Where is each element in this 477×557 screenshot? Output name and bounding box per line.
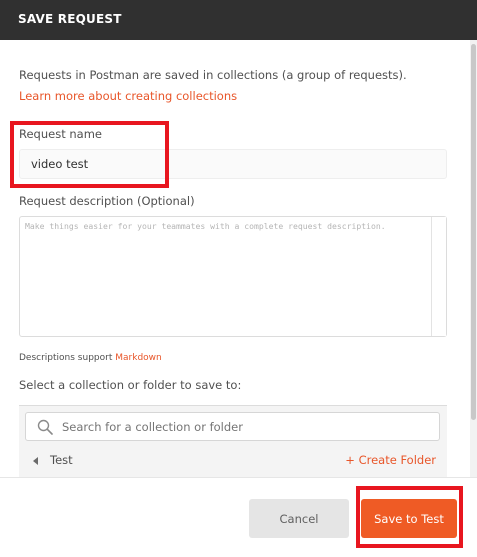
description-scrollbar[interactable]: [431, 217, 446, 336]
request-description-label: Request description (Optional): [19, 194, 195, 208]
collection-name[interactable]: Test: [50, 453, 73, 467]
search-icon: [37, 419, 53, 435]
dialog-titlebar: SAVE REQUEST: [0, 0, 477, 40]
dialog-scrollbar-thumb[interactable]: [471, 44, 476, 420]
request-description-textarea[interactable]: Make things easier for your teammates wi…: [19, 216, 447, 337]
dialog-title: SAVE REQUEST: [18, 12, 122, 26]
collection-search-input[interactable]: [62, 420, 422, 434]
collection-search-box[interactable]: [25, 412, 440, 441]
collection-select-label: Select a collection or folder to save to…: [19, 378, 242, 392]
create-folder-button[interactable]: + Create Folder: [345, 453, 436, 467]
dialog-scrollbar[interactable]: [470, 40, 477, 477]
save-to-test-button[interactable]: Save to Test: [361, 499, 457, 538]
markdown-support-text: Descriptions support: [19, 353, 113, 363]
collapse-caret-icon[interactable]: [33, 457, 38, 465]
markdown-support-note: Descriptions support Markdown: [19, 353, 162, 363]
collection-picker: Test + Create Folder: [19, 405, 447, 478]
request-name-label: Request name: [19, 127, 102, 141]
dialog-footer: Cancel Save to Test: [0, 477, 477, 557]
request-name-input[interactable]: video test: [19, 149, 447, 179]
collection-item-test[interactable]: Test + Create Folder: [19, 450, 447, 472]
intro-text: Requests in Postman are saved in collect…: [19, 68, 407, 82]
learn-more-link[interactable]: Learn more about creating collections: [19, 89, 237, 103]
description-placeholder: Make things easier for your teammates wi…: [25, 221, 386, 231]
cancel-button[interactable]: Cancel: [249, 499, 349, 538]
markdown-link[interactable]: Markdown: [115, 353, 161, 363]
